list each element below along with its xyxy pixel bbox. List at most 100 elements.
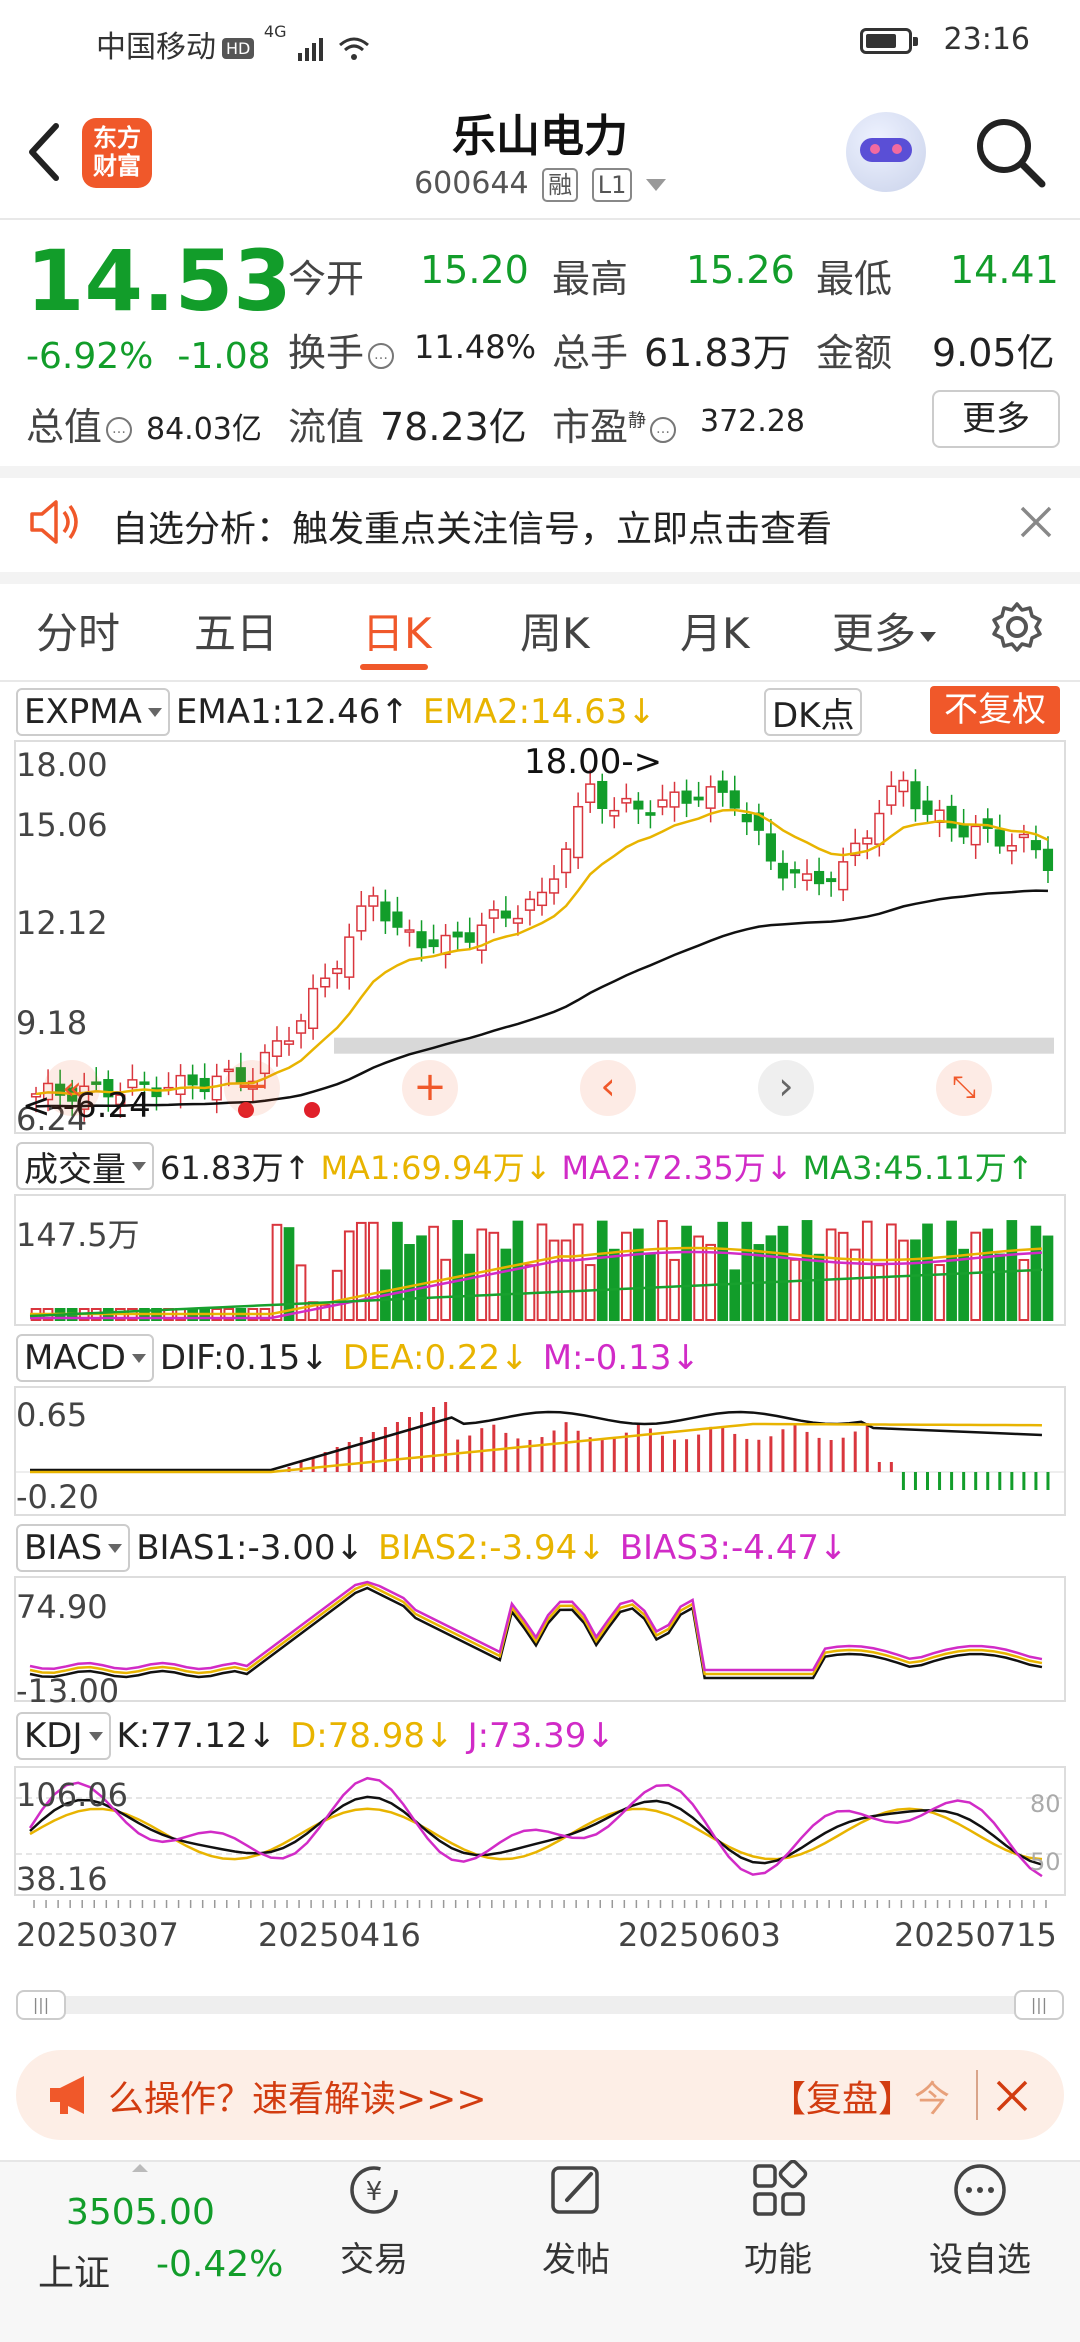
chart-scrollbar[interactable]: ||| ||| [16, 1990, 1064, 2020]
notice-message: 触发重点关注信号，立即点击查看 [292, 509, 833, 550]
candle-body [669, 791, 680, 808]
info-icon[interactable]: … [106, 416, 133, 443]
nav-post[interactable]: 发帖 [476, 2160, 676, 2281]
change-amount: -1.08 [177, 336, 271, 377]
volume-bar [861, 1220, 873, 1321]
candle-body [657, 799, 668, 808]
volume-bar [355, 1221, 367, 1322]
adjust-mode-button[interactable]: 不复权 [930, 686, 1060, 734]
info-icon[interactable]: … [650, 416, 677, 443]
prev-icon[interactable]: ‹ [580, 1060, 636, 1116]
notice-text[interactable]: 自选分析：触发重点关注信号，立即点击查看 [112, 500, 832, 552]
candle-body [1042, 848, 1054, 871]
volume-indicator-select[interactable]: 成交量 [16, 1142, 154, 1190]
volume-bar [464, 1253, 476, 1322]
volume-bar [741, 1221, 753, 1321]
macd-dif-line [30, 1410, 1043, 1472]
low-value: 14.41 [950, 248, 1059, 292]
index-value[interactable]: 3505.00 [66, 2192, 215, 2233]
kline-chart[interactable] [14, 740, 1066, 1134]
candle-body [187, 1074, 198, 1086]
nav-functions-label: 功能 [744, 2240, 812, 2280]
tab-five-day[interactable]: 五日 [194, 600, 278, 661]
dk-point-button[interactable]: DK点 [764, 688, 863, 736]
candle-body [994, 829, 1005, 847]
amount-value: 9.05亿 [932, 331, 1055, 375]
volume-bar [681, 1225, 692, 1321]
caret-icon [132, 1161, 146, 1171]
candle-body [344, 936, 355, 978]
pe-label-wrap: 市盈静… [552, 396, 680, 451]
kdj-chart[interactable] [14, 1766, 1066, 1896]
volume-bar [1018, 1258, 1030, 1321]
info-icon[interactable]: … [368, 342, 395, 369]
tab-more-label: 更多 [832, 609, 917, 658]
candle-body [283, 1040, 295, 1045]
tab-monthly-k[interactable]: 月K [680, 600, 750, 661]
close-icon[interactable] [1018, 504, 1054, 540]
nav-add-watchlist[interactable]: 设自选 [880, 2160, 1080, 2281]
candle-body [789, 869, 801, 874]
zoom-out-icon[interactable]: − [224, 1060, 280, 1116]
scrollbar-left-handle[interactable]: ||| [16, 1990, 66, 2020]
volume-bar [440, 1258, 451, 1321]
scrollbar-right-handle[interactable]: ||| [1014, 1990, 1064, 2020]
price-change: -6.92% -1.08 [26, 336, 295, 377]
next-icon[interactable]: › [758, 1060, 814, 1116]
float-value: 78.23亿 [380, 405, 527, 449]
nav-post-label: 发帖 [542, 2240, 610, 2280]
robot-assistant-icon[interactable] [846, 112, 926, 192]
volume-bar [343, 1230, 355, 1322]
candle-body [561, 848, 572, 874]
tab-weekly-k[interactable]: 周K [520, 600, 590, 661]
bias-indicator-select[interactable]: BIAS [16, 1524, 131, 1572]
candle-body [693, 796, 704, 801]
index-name[interactable]: 上证 [38, 2244, 110, 2296]
mcap-label: 总值 [26, 405, 103, 449]
kdj-indicator-select[interactable]: KDJ [16, 1712, 111, 1760]
macd-dif: DIF:0.15↓ [159, 1338, 329, 1378]
expand-icon[interactable] [132, 2164, 148, 2172]
index-change[interactable]: -0.42% [156, 2244, 283, 2285]
gear-icon[interactable] [990, 600, 1044, 654]
dropdown-icon[interactable] [645, 178, 666, 191]
vol-ma3: MA3:45.11万↑ [802, 1149, 1034, 1187]
volume-bar [777, 1225, 789, 1322]
banner-close-icon[interactable] [994, 2078, 1030, 2114]
clock: 23:16 [943, 22, 1030, 57]
kdj-j: J:73.39↓ [467, 1716, 615, 1756]
macd-indicator-name: MACD [24, 1338, 126, 1378]
candle-body [777, 862, 789, 879]
caret-icon [131, 1353, 146, 1363]
search-icon[interactable] [972, 114, 1048, 190]
volume-bar [825, 1228, 837, 1321]
tab-intraday[interactable]: 分时 [36, 600, 120, 661]
tab-daily-k[interactable]: 日K [362, 600, 432, 661]
main-indicator-select[interactable]: EXPMA [16, 688, 170, 736]
volume-chart[interactable] [14, 1194, 1066, 1326]
bias-chart[interactable] [14, 1576, 1066, 1702]
volume-bar [765, 1235, 777, 1321]
nav-trade[interactable]: ¥ 交易 [274, 2160, 474, 2281]
zoom-in-icon[interactable]: + [402, 1060, 458, 1116]
macd-chart[interactable] [14, 1386, 1066, 1516]
promo-banner[interactable]: 么操作？速看解读>>> 【复盘】今 [16, 2050, 1064, 2140]
y-label-4: 9.18 [16, 1004, 88, 1042]
date-label-1: 20250307 [16, 1916, 179, 1954]
nav-functions[interactable]: 功能 [678, 2159, 878, 2281]
volume-bar [922, 1223, 933, 1321]
candle-body [404, 929, 415, 933]
turnover-label: 换手 [288, 331, 365, 375]
kdj-indicator-bar: KDJ K:77.12↓ D:78.98↓ J:73.39↓ [16, 1712, 615, 1760]
y-label-top: 18.00 [16, 746, 108, 784]
volume-bar [428, 1225, 439, 1321]
macd-indicator-select[interactable]: MACD [16, 1334, 154, 1382]
banner-text-b: 速看解读>>> [252, 2079, 487, 2120]
candle-body [958, 823, 969, 838]
tab-more[interactable]: 更多 [832, 600, 937, 661]
turnover-value: 11.48% [414, 328, 537, 366]
fullscreen-icon[interactable]: ⤡ [936, 1060, 992, 1116]
rewind-icon[interactable]: « [44, 1060, 100, 1116]
date-ticks [33, 1900, 1047, 1908]
more-button[interactable]: 更多 [932, 390, 1060, 448]
